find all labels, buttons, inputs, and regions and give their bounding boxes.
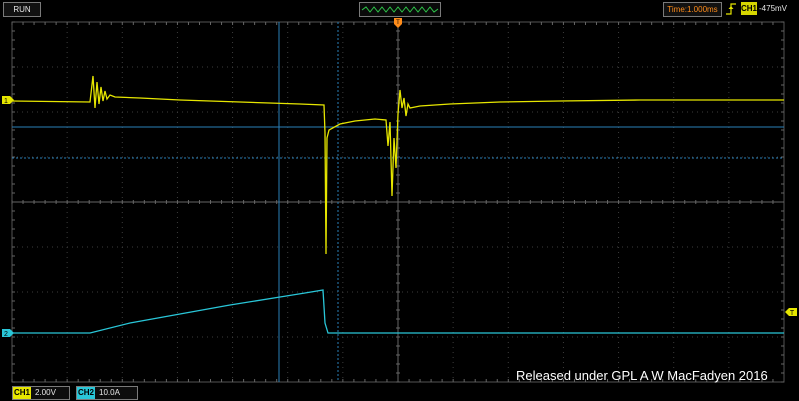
- ch2-marker-label: 2: [4, 331, 8, 338]
- channel-status-bar: CH1 2.00V CH2 10.0A: [0, 384, 799, 401]
- ch2-tag: CH2: [77, 387, 95, 399]
- trigger-edge-icon: [724, 2, 738, 16]
- ch1-marker-label: 1: [4, 98, 8, 105]
- ch2-scale-value: 10.0A: [99, 388, 120, 397]
- ch1-scale-value: 2.00V: [35, 388, 56, 397]
- ch2-scale-box[interactable]: CH2 10.0A: [76, 386, 138, 400]
- ch1-scale-box[interactable]: CH1 2.00V: [12, 386, 70, 400]
- credit-watermark: Released under GPL A W MacFadyen 2016: [516, 368, 768, 383]
- top-status-bar: RUN Time:1.000ms CH1 -475mV: [0, 0, 799, 18]
- trigger-channel-tag: CH1: [741, 2, 758, 15]
- trigger-status[interactable]: CH1 -475mV: [741, 2, 797, 15]
- memory-overview-waveform[interactable]: [359, 2, 441, 17]
- timebase-label: Time:1.000ms: [667, 5, 718, 14]
- timebase-display[interactable]: Time:1.000ms: [663, 2, 722, 17]
- trigger-level-value: -475mV: [759, 4, 788, 13]
- waveform-display[interactable]: T 1 2 T: [0, 18, 799, 384]
- svg-text:T: T: [396, 20, 400, 26]
- run-stop-button[interactable]: RUN: [3, 2, 41, 17]
- trigger-level-marker-label: T: [790, 310, 795, 317]
- ch1-tag: CH1: [13, 387, 31, 399]
- run-status-label: RUN: [13, 5, 31, 14]
- mini-waveform-icon: [361, 6, 439, 13]
